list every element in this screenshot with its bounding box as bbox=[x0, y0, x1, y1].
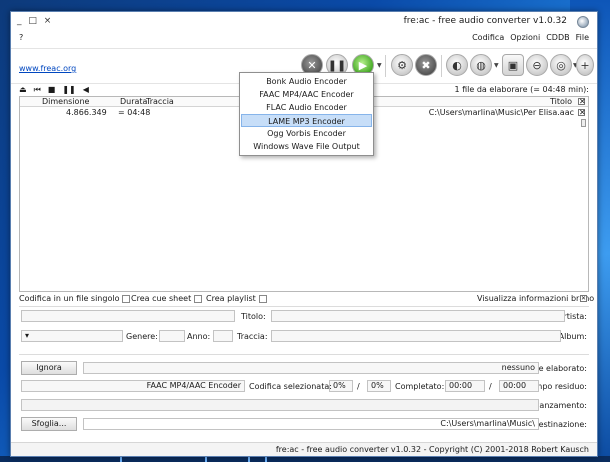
scroll-indicator[interactable] bbox=[581, 119, 586, 127]
menu-file[interactable]: File bbox=[576, 33, 589, 42]
toggle-info-checkbox[interactable]: ✕ bbox=[580, 295, 587, 302]
cue-sheet-label: Crea cue sheet bbox=[131, 294, 192, 303]
encoder-menu: Bonk Audio Encoder FAAC MP4/AAC Encoder … bbox=[239, 72, 374, 156]
browse-button[interactable]: Sfoglia... bbox=[21, 417, 77, 431]
add-cd-icon[interactable]: ◎ bbox=[550, 54, 572, 76]
play-icon[interactable]: ◀ bbox=[83, 85, 89, 95]
encoder-option-lame[interactable]: LAME MP3 Encoder bbox=[241, 114, 372, 127]
time-total-field: 00:00 bbox=[445, 380, 485, 392]
time-slash: / bbox=[489, 382, 492, 391]
toggle-info-label: Visualizza informazioni brano bbox=[477, 294, 595, 303]
ignore-button[interactable]: Ignora bbox=[21, 361, 77, 375]
encoder-option-wave[interactable]: Windows Wave File Output bbox=[240, 140, 373, 153]
window-title: fre:ac - free audio converter v1.0.32 bbox=[403, 16, 567, 26]
single-file-label: Codifica in un file singolo bbox=[19, 294, 120, 303]
genre-select[interactable]: ▾ bbox=[21, 330, 123, 342]
encoder-option-faac[interactable]: FAAC MP4/AAC Encoder bbox=[240, 88, 373, 101]
encoder-option-flac[interactable]: FLAC Audio Encoder bbox=[240, 101, 373, 114]
genre-label: Genere: bbox=[126, 332, 158, 341]
time-remaining-field: 00:00 bbox=[499, 380, 539, 392]
stop-play-icon[interactable]: ■ bbox=[48, 85, 56, 95]
progress-section-divider bbox=[19, 354, 589, 355]
column-title[interactable]: Titolo bbox=[550, 97, 572, 106]
option-single-file[interactable]: Codifica in un file singolo bbox=[19, 294, 131, 303]
selected-codec-field: FAAC MP4/AAC Encoder bbox=[21, 380, 245, 392]
previous-icon[interactable]: ⏮ bbox=[34, 85, 41, 95]
album-field[interactable] bbox=[271, 330, 561, 342]
website-link[interactable]: www.freac.org bbox=[19, 64, 76, 73]
toolbar-separator bbox=[441, 55, 442, 77]
tools-icon[interactable]: ✖ bbox=[415, 54, 437, 76]
menu-opzioni[interactable]: Opzioni bbox=[510, 33, 540, 42]
row-duration: = 04:48 bbox=[118, 108, 151, 117]
completed-pct-2: 0% bbox=[329, 380, 353, 392]
playlist-checkbox[interactable] bbox=[258, 294, 267, 303]
selected-codec-label: Codifica selezionata: bbox=[249, 382, 332, 391]
track-label: Traccia: bbox=[237, 332, 268, 341]
year-label: Anno: bbox=[187, 332, 211, 341]
select-all-checkbox[interactable]: ✕ bbox=[578, 98, 586, 106]
year-field[interactable] bbox=[159, 330, 185, 342]
title-field[interactable] bbox=[21, 310, 235, 322]
app-window: _ □ × fre:ac - free audio converter v1.0… bbox=[10, 11, 598, 457]
toolbar-separator bbox=[385, 55, 386, 77]
eject-icon[interactable]: ⏏ bbox=[19, 85, 27, 95]
destination-field[interactable]: C:\Users\marlina\Music\ bbox=[83, 418, 539, 430]
menu-cddb[interactable]: CDDB bbox=[546, 33, 569, 42]
cddb-dropdown-arrow-icon[interactable]: ▼ bbox=[494, 62, 499, 69]
remove-file-icon[interactable]: ▣ bbox=[502, 54, 524, 76]
cddb-submit-icon[interactable]: ◍ bbox=[470, 54, 492, 76]
title-bar: _ □ × fre:ac - free audio converter v1.0… bbox=[11, 12, 597, 32]
column-track[interactable]: Traccia bbox=[146, 97, 174, 106]
destination-label: Destinazione: bbox=[532, 420, 587, 429]
info-section-divider bbox=[19, 306, 589, 307]
completed-pct-1: 0% bbox=[367, 380, 391, 392]
cue-sheet-checkbox[interactable] bbox=[194, 294, 203, 303]
cddb-query-icon[interactable]: ◐ bbox=[446, 54, 468, 76]
pct-slash: / bbox=[357, 382, 360, 391]
option-cue-sheet[interactable]: Crea cue sheet bbox=[131, 294, 203, 303]
album-label: Album: bbox=[558, 332, 587, 341]
clear-list-icon[interactable]: ⊖ bbox=[526, 54, 548, 76]
file-count-label: 1 file da elaborare (= 04:48 min): bbox=[454, 85, 589, 94]
encoder-dropdown-arrow-icon[interactable]: ▼ bbox=[377, 62, 382, 69]
advance-progress-bar bbox=[21, 399, 539, 411]
settings-gear-icon[interactable]: ⚙ bbox=[391, 54, 413, 76]
row-size: 4.866.349 bbox=[66, 108, 107, 117]
app-logo-icon bbox=[577, 16, 589, 28]
menu-codifica[interactable]: Codifica bbox=[472, 33, 504, 42]
title-label: Titolo: bbox=[241, 312, 266, 321]
pause-play-icon[interactable]: ❚❚ bbox=[62, 85, 75, 95]
track-field[interactable] bbox=[213, 330, 233, 342]
playlist-label: Crea playlist bbox=[206, 294, 256, 303]
row-checkbox[interactable]: ✕ bbox=[578, 109, 586, 117]
menu-bar: ? File CDDB Opzioni Codifica bbox=[11, 32, 597, 46]
status-bar: fre:ac - free audio converter v1.0.32 - … bbox=[11, 442, 597, 456]
option-playlist[interactable]: Crea playlist bbox=[206, 294, 267, 303]
player-controls: ⏏ ⏮ ■ ❚❚ ◀ bbox=[19, 85, 89, 95]
file-processed-field: nessuno bbox=[83, 362, 539, 374]
status-text: fre:ac - free audio converter v1.0.32 - … bbox=[275, 445, 589, 454]
encoder-option-bonk[interactable]: Bonk Audio Encoder bbox=[240, 75, 373, 88]
column-duration[interactable]: Durata bbox=[120, 97, 147, 106]
row-title: C:\Users\marlina\Music\Per Elisa.aac bbox=[428, 108, 574, 117]
artist-field[interactable] bbox=[271, 310, 565, 322]
window-controls[interactable]: _ □ × bbox=[17, 16, 53, 26]
menu-help[interactable]: ? bbox=[19, 33, 23, 42]
encoder-option-vorbis[interactable]: Ogg Vorbis Encoder bbox=[240, 127, 373, 140]
add-files-icon[interactable]: + bbox=[576, 54, 594, 76]
completed-label: Completato: bbox=[395, 382, 445, 391]
single-file-checkbox[interactable] bbox=[122, 294, 131, 303]
column-size[interactable]: Dimensione bbox=[42, 97, 89, 106]
